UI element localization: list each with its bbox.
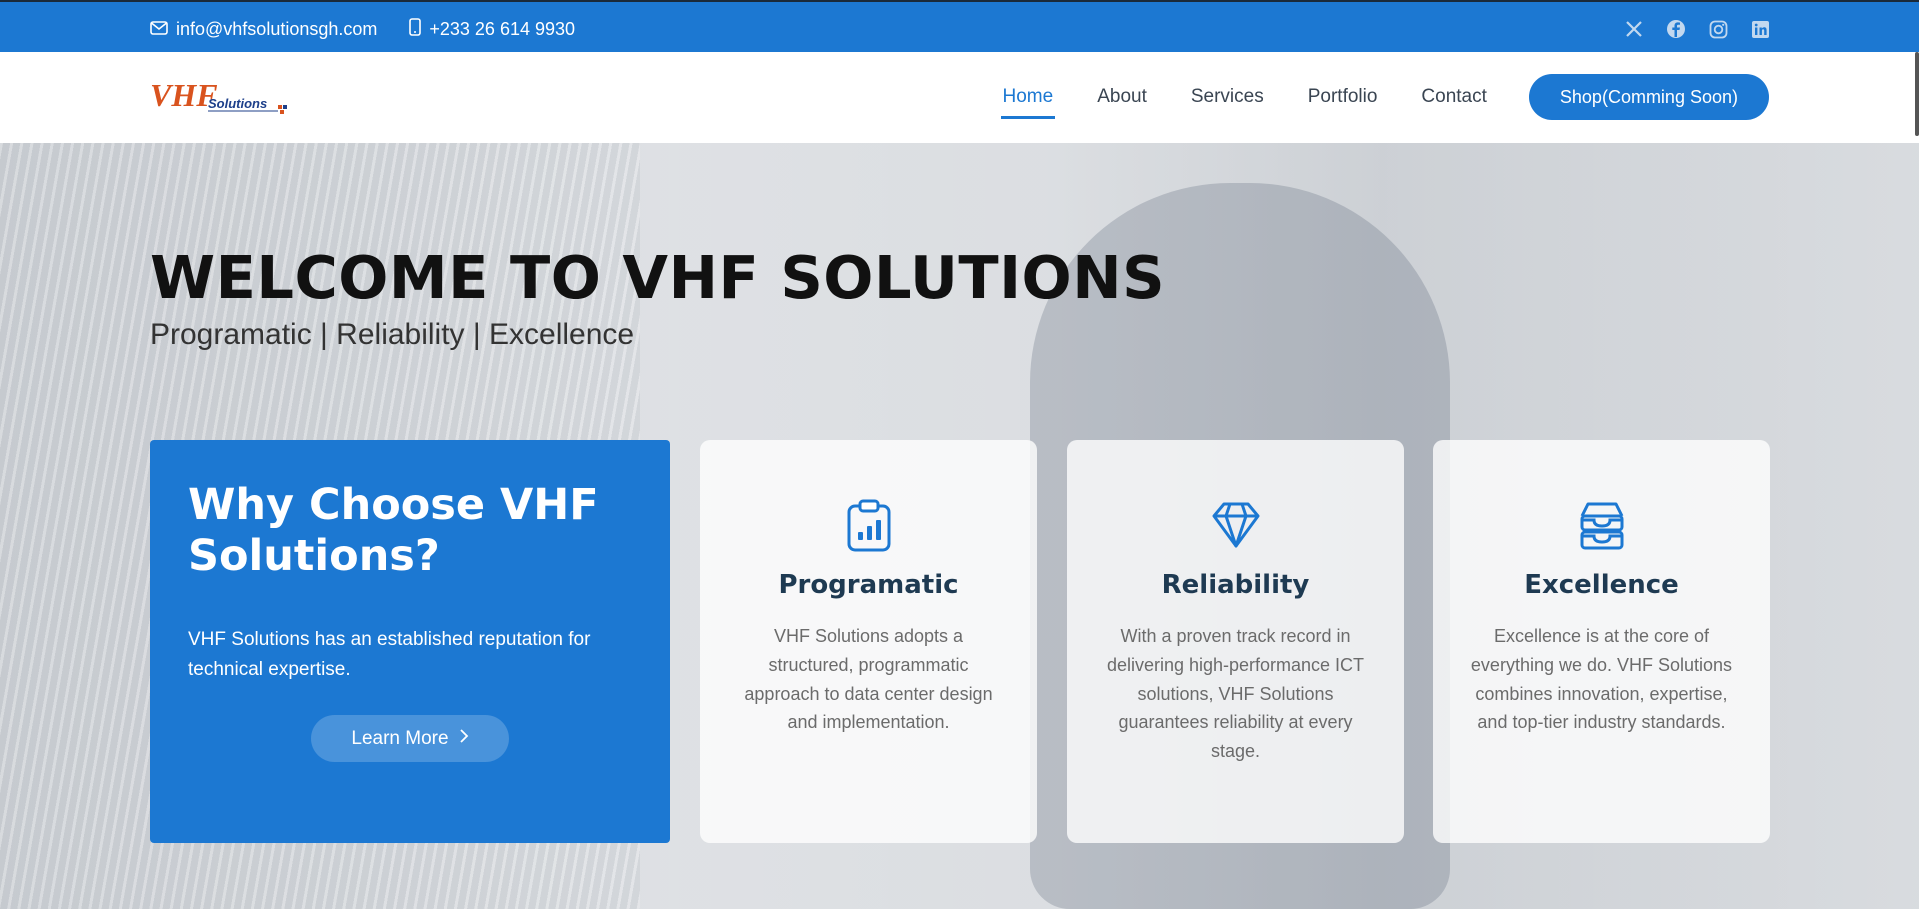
hero-tagline: Programatic | Reliability | Excellence bbox=[150, 318, 635, 351]
site-header: VHF Solutions Home About Services Portfo… bbox=[0, 52, 1919, 143]
card-title: Programatic bbox=[778, 570, 959, 600]
contact-info: info@vhfsolutionsgh.com +233 26 614 9930 bbox=[150, 18, 607, 41]
diamond-icon bbox=[1210, 498, 1262, 552]
feature-card-reliability: Reliability With a proven track record i… bbox=[1067, 440, 1404, 843]
card-text: VHF Solutions adopts a structured, progr… bbox=[744, 626, 993, 733]
shop-button[interactable]: Shop(Comming Soon) bbox=[1528, 74, 1769, 120]
envelope-icon bbox=[150, 19, 176, 40]
facebook-icon[interactable] bbox=[1665, 18, 1687, 40]
card-text: With a proven track record in delivering… bbox=[1106, 626, 1365, 762]
nav-contact[interactable]: Contact bbox=[1419, 76, 1488, 118]
svg-text:Solutions: Solutions bbox=[208, 96, 267, 111]
nav-home[interactable]: Home bbox=[1000, 76, 1056, 119]
clipboard-chart-icon bbox=[843, 498, 895, 552]
phone-icon bbox=[409, 18, 429, 41]
main-nav: Home About Services Portfolio Contact Sh… bbox=[961, 74, 1769, 120]
feature-card-programatic: Programatic VHF Solutions adopts a struc… bbox=[700, 440, 1037, 843]
chevron-right-icon bbox=[449, 728, 469, 750]
linkedin-icon[interactable] bbox=[1749, 18, 1771, 40]
social-links bbox=[1603, 18, 1771, 40]
learn-more-label: Learn More bbox=[351, 727, 449, 749]
nav-about[interactable]: About bbox=[1095, 76, 1149, 118]
nav-portfolio[interactable]: Portfolio bbox=[1306, 76, 1380, 118]
card-text: Excellence is at the core of everything … bbox=[1470, 626, 1733, 733]
nav-services[interactable]: Services bbox=[1189, 76, 1266, 118]
hero-title: WELCOME TO VHF SOLUTIONS bbox=[150, 243, 1166, 312]
vhf-logo[interactable]: VHF Solutions bbox=[150, 77, 290, 118]
phone-text: +233 26 614 9930 bbox=[429, 19, 576, 39]
why-text: VHF Solutions has an established reputat… bbox=[188, 629, 591, 680]
why-choose-box: Why Choose VHF Solutions? VHF Solutions … bbox=[150, 440, 670, 843]
feature-card-excellence: Excellence Excellence is at the core of … bbox=[1433, 440, 1770, 843]
learn-more-button[interactable]: Learn More bbox=[311, 715, 509, 762]
x-icon[interactable] bbox=[1623, 18, 1645, 40]
top-bar: info@vhfsolutionsgh.com +233 26 614 9930 bbox=[0, 0, 1919, 52]
phone-link[interactable]: +233 26 614 9930 bbox=[409, 18, 575, 41]
card-title: Reliability bbox=[1161, 570, 1310, 600]
scrollbar-thumb[interactable] bbox=[1915, 52, 1919, 136]
hero-section: WELCOME TO VHF SOLUTIONS Programatic | R… bbox=[0, 143, 1919, 909]
instagram-icon[interactable] bbox=[1707, 18, 1729, 40]
why-title: Why Choose VHF Solutions? bbox=[188, 480, 599, 581]
email-text: info@vhfsolutionsgh.com bbox=[176, 19, 378, 39]
email-link[interactable]: info@vhfsolutionsgh.com bbox=[150, 19, 377, 40]
card-title: Excellence bbox=[1524, 570, 1679, 600]
inbox-stack-icon bbox=[1576, 498, 1628, 552]
